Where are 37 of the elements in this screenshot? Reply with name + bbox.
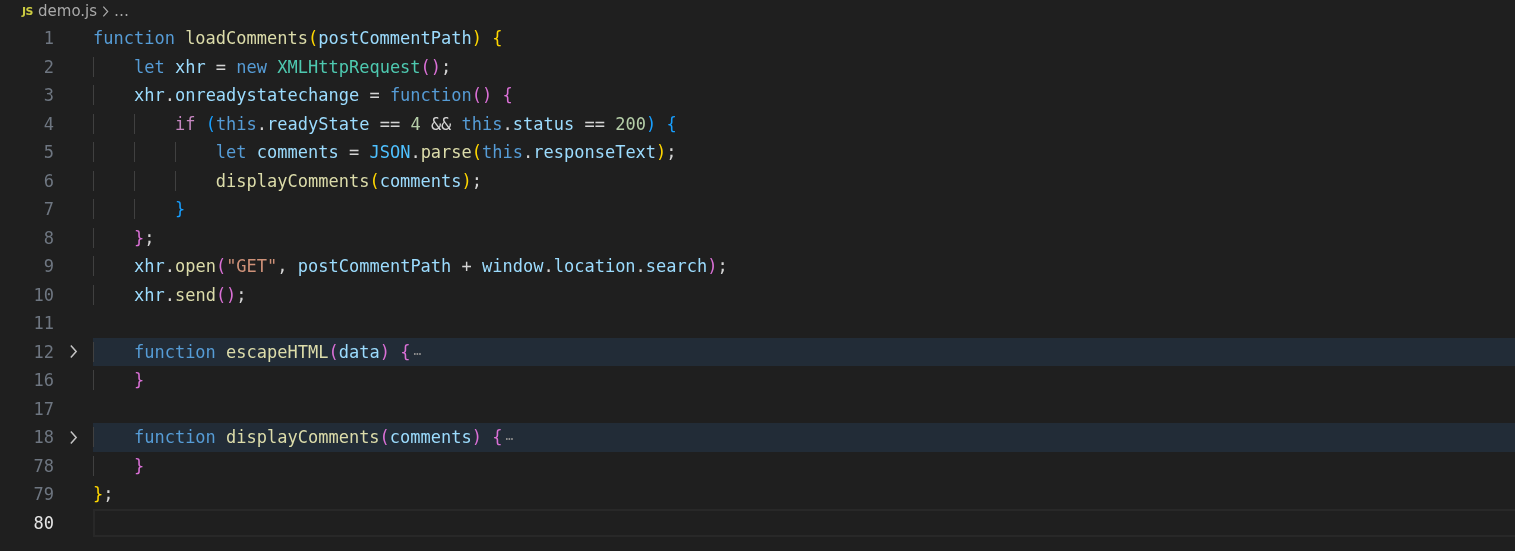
breadcrumb-item[interactable]: … [114,2,130,20]
line-number: 9 [42,255,54,278]
line-number: 17 [32,397,54,421]
breadcrumb-item[interactable]: demo.js [38,2,98,20]
chevron-right-icon[interactable] [69,344,78,360]
code-line: function loadComments(postCommentPath) { [93,27,504,50]
line-number: 8 [42,226,54,250]
line-number: 79 [32,483,54,506]
code-line: let xhr = new XMLHttpRequest(); [93,52,1515,81]
line-number: 78 [32,454,54,478]
code-line: }; [93,223,1515,252]
line-number: 6 [42,169,54,193]
javascript-file-icon: JS [22,4,33,18]
line-number: 80 [32,511,54,535]
code-line: xhr.onreadystatechange = function() { [93,81,1515,110]
code-line: } [93,195,1515,224]
line-number: 11 [32,312,54,335]
line-number: 10 [32,283,54,307]
line-number: 12 [32,340,54,364]
code-line: if (this.readyState == 4 && this.status == 200) { [93,109,1515,138]
code-line: }; [93,483,115,506]
line-number: 4 [42,112,54,136]
code-line: xhr.send(); [93,280,1515,309]
line-number: 5 [42,141,54,164]
line-number: 16 [32,369,54,392]
line-number: 1 [42,27,54,50]
code-line: } [93,451,1515,480]
line-number: 3 [42,84,54,107]
chevron-right-icon[interactable] [102,4,110,18]
code-line: let comments = JSON.parse(this.responseText); [93,138,1515,167]
code-line: } [93,366,1515,395]
line-number: 7 [42,198,54,221]
line-number: 18 [32,426,54,449]
code-line: xhr.open("GET", postCommentPath + window.location.search); [93,252,1515,281]
line-number: 2 [42,55,54,79]
chevron-right-icon[interactable] [69,429,78,445]
code-line: displayComments(comments); [93,166,1515,195]
